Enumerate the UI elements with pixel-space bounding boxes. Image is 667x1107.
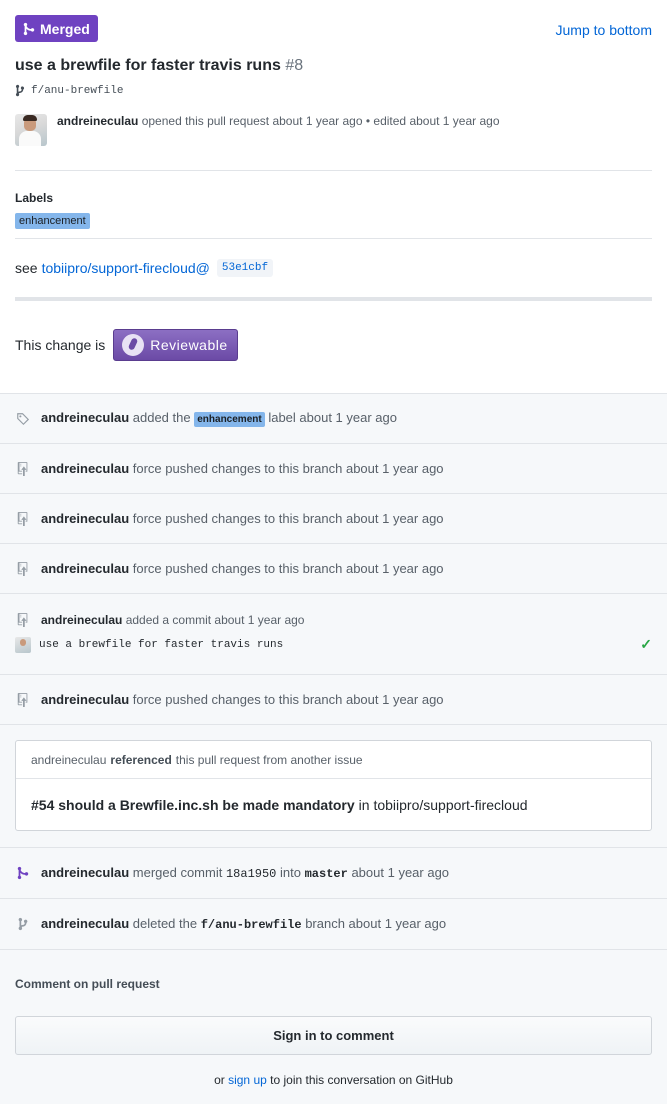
- event-text: added a commit about 1 year ago: [125, 613, 305, 627]
- reference-event: andreineculau referenced this pull reque…: [0, 725, 667, 848]
- see-prefix: see: [15, 260, 38, 276]
- merged-event: andreineculau merged commit 18a1950 into…: [0, 848, 667, 899]
- reference-action: referenced: [110, 752, 172, 767]
- reviewable-text: This change is: [15, 337, 106, 353]
- event-user[interactable]: andreineculau: [41, 410, 129, 425]
- event-text: label about 1 year ago: [268, 410, 397, 425]
- commit-sha-link[interactable]: 53e1cbf: [216, 259, 274, 277]
- force-push-event: andreineculau force pushed changes to th…: [0, 444, 667, 494]
- sign-in-to-comment-button[interactable]: Sign in to comment: [15, 1016, 652, 1055]
- pr-header: Merged Jump to bottom use a brewfile for…: [0, 0, 667, 170]
- event-text: force pushed changes to this branch abou…: [132, 461, 444, 476]
- event-user[interactable]: andreineculau: [41, 692, 129, 707]
- commit-message[interactable]: use a brewfile for faster travis runs: [39, 639, 632, 651]
- force-push-event: andreineculau force pushed changes to th…: [0, 544, 667, 594]
- or-text: or: [214, 1073, 225, 1087]
- force-push-event: andreineculau force pushed changes to th…: [0, 675, 667, 725]
- branch-name[interactable]: f/anu-brewfile: [31, 85, 123, 97]
- reference-text: this pull request from another issue: [175, 752, 363, 767]
- commit-author-avatar[interactable]: [15, 636, 31, 653]
- author-avatar[interactable]: [15, 114, 47, 146]
- referenced-repo: in tobiipro/support-firecloud: [358, 796, 528, 813]
- reviewable-row: This change is Reviewable: [0, 301, 667, 393]
- event-user[interactable]: andreineculau: [41, 916, 129, 931]
- event-user[interactable]: andreineculau: [41, 461, 129, 476]
- repo-push-icon: [15, 692, 31, 708]
- join-conversation-text: or sign up to join this conversation on …: [15, 1073, 652, 1087]
- event-user[interactable]: andreineculau: [41, 613, 122, 627]
- repo-link[interactable]: tobiipro/support-firecloud@: [42, 260, 210, 276]
- event-user[interactable]: andreineculau: [41, 865, 129, 880]
- deleted-branch-event: andreineculau deleted the f/anu-brewfile…: [0, 899, 667, 950]
- reference-box: andreineculau referenced this pull reque…: [15, 740, 652, 831]
- join-text: to join this conversation on GitHub: [270, 1073, 453, 1087]
- event-text: force pushed changes to this branch abou…: [132, 511, 444, 526]
- pr-title: use a brewfile for faster travis runs #8: [15, 57, 652, 75]
- repo-push-icon: [15, 613, 31, 627]
- reference-header: andreineculau referenced this pull reque…: [16, 741, 651, 779]
- tag-icon: [15, 411, 31, 427]
- pr-number: #8: [285, 57, 304, 74]
- check-icon[interactable]: ✓: [640, 636, 652, 653]
- event-text: deleted the: [132, 916, 198, 931]
- label-enhancement[interactable]: enhancement: [15, 213, 90, 229]
- timeline: andreineculau added the enhancement labe…: [0, 393, 667, 1104]
- merged-state-badge: Merged: [15, 15, 98, 42]
- force-push-event: andreineculau force pushed changes to th…: [0, 494, 667, 544]
- labels-section: Labels enhancement: [0, 171, 667, 238]
- label-event: andreineculau added the enhancement labe…: [0, 394, 667, 444]
- merge-icon: [15, 865, 31, 881]
- target-branch: master: [304, 867, 348, 881]
- opened-text: opened this pull request about 1 year ag…: [141, 114, 363, 128]
- see-reference: see tobiipro/support-firecloud@ 53e1cbf: [0, 239, 667, 297]
- repo-push-icon: [15, 511, 31, 527]
- event-text: merged commit: [132, 865, 223, 880]
- pr-title-text: use a brewfile for faster travis runs: [15, 57, 281, 74]
- reviewable-button[interactable]: Reviewable: [113, 329, 239, 361]
- deleted-branch-name: f/anu-brewfile: [200, 918, 302, 932]
- comment-heading: Comment on pull request: [15, 977, 160, 991]
- event-user[interactable]: andreineculau: [41, 561, 129, 576]
- state-label: Merged: [40, 20, 90, 37]
- event-text: added the: [132, 410, 191, 425]
- reviewable-label: Reviewable: [150, 337, 228, 353]
- branch-row: f/anu-brewfile: [15, 84, 652, 97]
- commit-event: andreineculau added a commit about 1 yea…: [0, 594, 667, 675]
- repo-push-icon: [15, 561, 31, 577]
- sign-up-link[interactable]: sign up: [228, 1073, 267, 1087]
- reference-body: #54 should a Brewfile.inc.sh be made man…: [16, 779, 651, 830]
- event-user[interactable]: andreineculau: [41, 511, 129, 526]
- merge-icon: [23, 22, 35, 35]
- labels-heading: Labels: [15, 191, 54, 205]
- referenced-issue-link[interactable]: #54 should a Brewfile.inc.sh be made man…: [31, 797, 355, 813]
- author-meta: andreineculau opened this pull request a…: [57, 114, 500, 128]
- comment-section: Comment on pull request Sign in to comme…: [0, 950, 667, 1104]
- event-label-enhancement[interactable]: enhancement: [194, 412, 265, 427]
- author-name[interactable]: andreineculau: [57, 114, 138, 128]
- reviewable-logo-icon: [122, 334, 145, 356]
- event-text: about 1 year ago: [351, 865, 450, 880]
- commit-row: use a brewfile for faster travis runs ✓: [15, 636, 652, 653]
- jump-to-bottom-link[interactable]: Jump to bottom: [556, 22, 653, 38]
- reference-user[interactable]: andreineculau: [31, 753, 106, 767]
- merge-commit-sha[interactable]: 18a1950: [226, 867, 276, 881]
- event-text: force pushed changes to this branch abou…: [132, 561, 444, 576]
- event-text: branch about 1 year ago: [305, 916, 447, 931]
- repo-push-icon: [15, 461, 31, 477]
- edited-text[interactable]: • edited about 1 year ago: [366, 114, 500, 128]
- event-text: force pushed changes to this branch abou…: [132, 692, 444, 707]
- branch-icon: [15, 84, 25, 97]
- event-text: into: [280, 865, 301, 880]
- author-row: andreineculau opened this pull request a…: [15, 114, 652, 146]
- branch-icon: [15, 916, 31, 932]
